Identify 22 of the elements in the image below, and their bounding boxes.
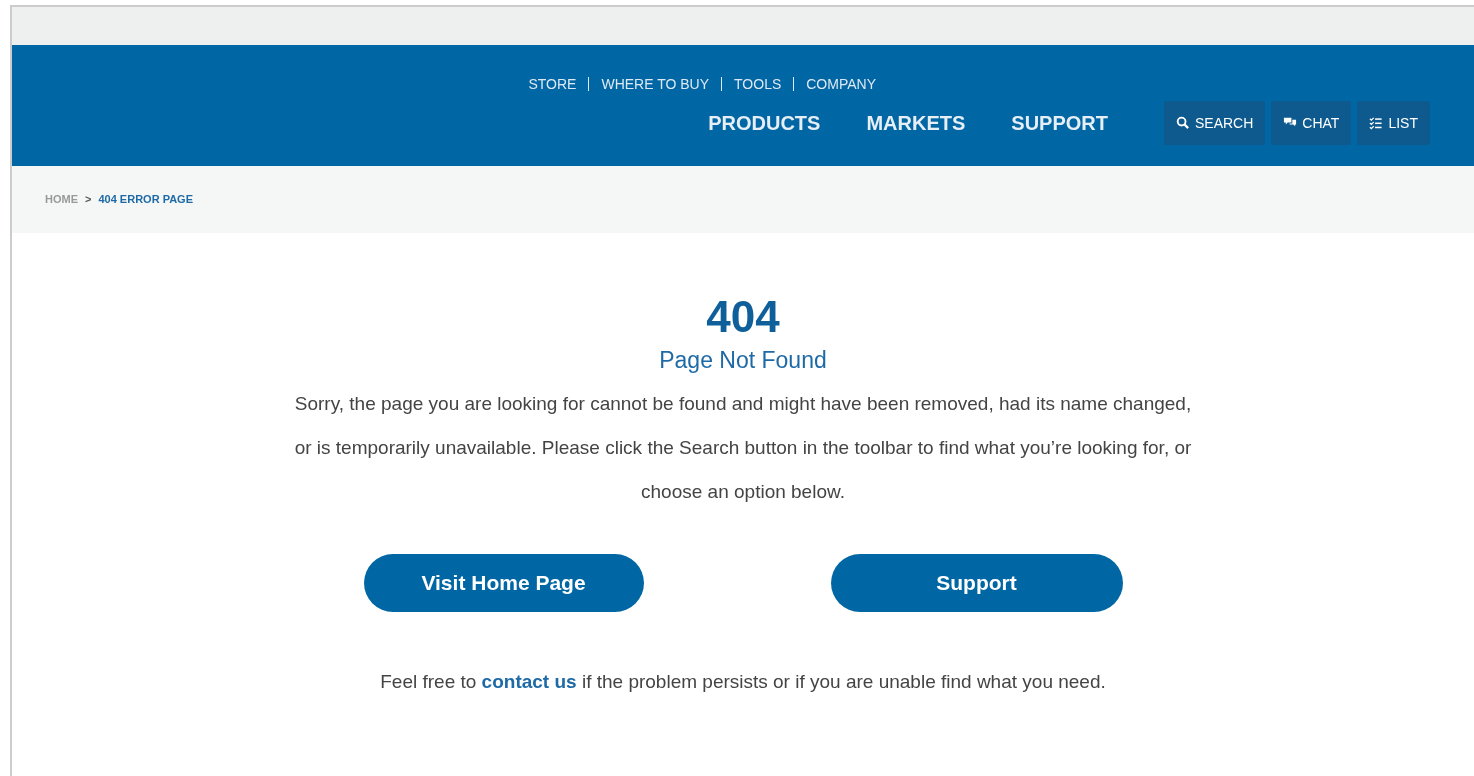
chat-button[interactable]: CHAT xyxy=(1271,101,1352,145)
nav-link[interactable]: MARKETS xyxy=(866,108,966,138)
contact-text: Feel free to contact us if the problem persists or if you are unable find what you need. xyxy=(379,669,1107,694)
search-icon xyxy=(1176,116,1190,130)
error-message: Sorry, the page you are looking for cannot be found and might have been removed, had its name changed, or is temporarily unavailable. Please click the Search button in the toolbar to find what you’re looking for, or choose an option below. xyxy=(293,391,1193,504)
utility-link[interactable]: WHERE TO BUY xyxy=(588,77,722,91)
utility-link[interactable]: COMPANY xyxy=(793,77,888,91)
breadcrumb-current: 404 ERROR PAGE xyxy=(98,192,193,208)
error-title: Page Not Found xyxy=(658,346,828,376)
breadcrumb-link[interactable]: HOME xyxy=(45,191,78,208)
utility-link[interactable]: TOOLS xyxy=(721,77,794,91)
error-code: 404 xyxy=(705,293,781,342)
list-button[interactable]: LIST xyxy=(1357,101,1430,145)
home-button[interactable]: Visit Home Page xyxy=(363,553,644,612)
utility-link[interactable]: STORE xyxy=(528,77,589,91)
nav-link[interactable]: PRODUCTS xyxy=(708,108,821,138)
contact-link[interactable]: contact us xyxy=(481,670,577,692)
list-icon xyxy=(1369,116,1384,130)
breadcrumb-separator: > xyxy=(85,192,92,208)
nav-link[interactable]: SUPPORT xyxy=(1011,108,1108,138)
search-button[interactable]: SEARCH xyxy=(1164,101,1266,145)
support-button[interactable]: Support xyxy=(830,553,1123,612)
